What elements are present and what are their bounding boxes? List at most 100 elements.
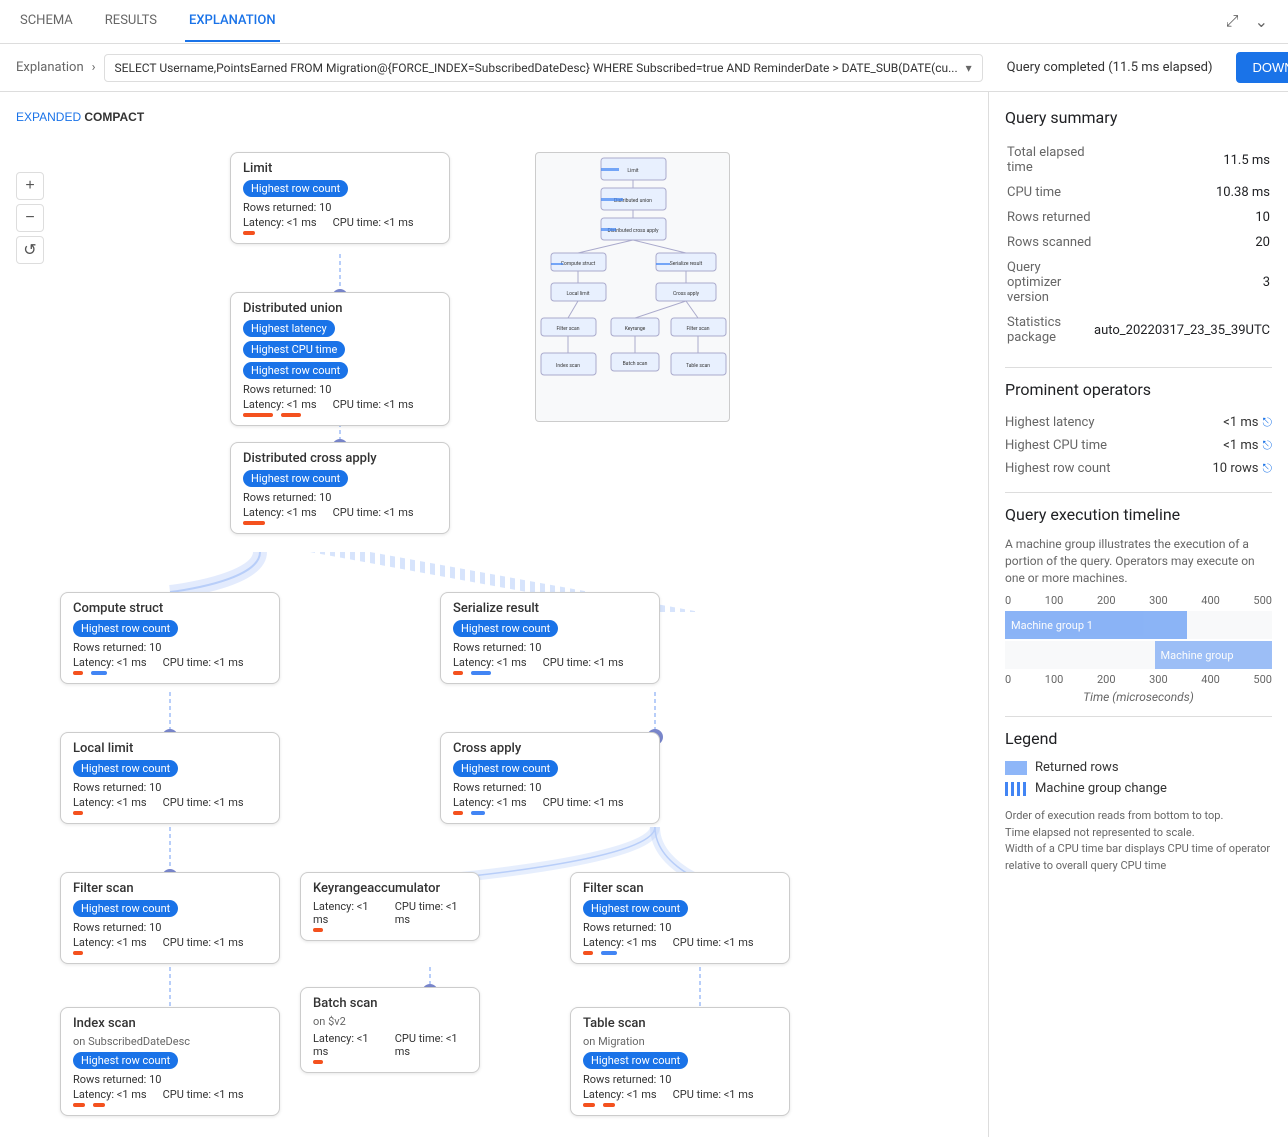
node-dist-union[interactable]: Distributed union Highest latency Highes… <box>230 292 450 426</box>
bar-fsr <box>583 951 593 955</box>
node-index-scan[interactable]: Index scan on SubscribedDateDesc Highest… <box>60 1007 280 1116</box>
node-compute-badge: Highest row count <box>73 620 178 637</box>
node-local-limit-badge: Highest row count <box>73 760 178 777</box>
breadcrumb-arrow: › <box>92 60 96 75</box>
summary-label: Total elapsed time <box>1007 141 1092 179</box>
node-index-scan-latency: Latency: <1 ms <box>73 1088 147 1101</box>
zoom-reset-button[interactable]: ↺ <box>16 236 44 264</box>
node-filter-scan-left-badge: Highest row count <box>73 900 178 917</box>
node-keyrange-title: Keyrangeaccumulator <box>313 881 467 896</box>
node-filter-scan-right[interactable]: Filter scan Highest row count Rows retur… <box>570 872 790 964</box>
right-panel: Query summary Total elapsed time11.5 msC… <box>988 92 1288 1137</box>
summary-row: Rows scanned20 <box>1007 231 1270 254</box>
summary-row: Rows returned10 <box>1007 206 1270 229</box>
node-dist-union-badge2: Highest CPU time <box>243 341 345 358</box>
bar-latency-union <box>243 413 273 417</box>
svg-text:Limit: Limit <box>627 168 639 174</box>
node-serialize-rows: Rows returned: 10 <box>453 641 541 654</box>
summary-row: Total elapsed time11.5 ms <box>1007 141 1270 179</box>
legend-icon-returned-rows <box>1005 761 1027 775</box>
node-cross-apply[interactable]: Cross apply Highest row count Rows retur… <box>440 732 660 824</box>
dropdown-arrow[interactable]: ▾ <box>966 61 972 75</box>
tab-schema[interactable]: SCHEMA <box>16 1 77 42</box>
link-icon[interactable]: ⎋ <box>1263 415 1273 430</box>
node-dist-union-badge1: Highest latency <box>243 320 335 337</box>
node-serialize-badge: Highest row count <box>453 620 558 637</box>
node-table-scan-title: Table scan <box>583 1016 777 1031</box>
node-compute[interactable]: Compute struct Highest row count Rows re… <box>60 592 280 684</box>
svg-text:Cross apply: Cross apply <box>673 291 700 297</box>
download-json-button[interactable]: DOWNLOAD JSON <box>1236 52 1288 83</box>
node-filter-scan-right-latency: Latency: <1 ms <box>583 936 657 949</box>
tab-explanation[interactable]: EXPLANATION <box>185 1 280 42</box>
bar-is <box>73 1103 85 1107</box>
node-dist-cross[interactable]: Distributed cross apply Highest row coun… <box>230 442 450 534</box>
query-status: Query completed (11.5 ms elapsed) <box>991 60 1229 75</box>
prominent-row: Highest CPU time <1 ms ⎋ <box>1005 434 1272 457</box>
node-batch-scan-subtitle: on $v2 <box>313 1015 467 1028</box>
query-summary-section: Query summary Total elapsed time11.5 msC… <box>1005 108 1272 351</box>
query-bar: Explanation › SELECT Username,PointsEarn… <box>0 44 1288 92</box>
summary-label: CPU time <box>1007 181 1092 204</box>
node-table-scan-subtitle: on Migration <box>583 1035 777 1048</box>
x-axis-label: Time (microseconds) <box>1005 690 1272 704</box>
tab-results[interactable]: RESULTS <box>101 1 161 42</box>
zoom-controls: + − ↺ <box>16 172 44 264</box>
node-local-limit-rows: Rows returned: 10 <box>73 781 161 794</box>
svg-text:Local limit: Local limit <box>566 291 589 297</box>
node-dist-cross-rows: Rows returned: 10 <box>243 491 331 504</box>
summary-label: Rows returned <box>1007 206 1092 229</box>
node-serialize-title: Serialize result <box>453 601 647 616</box>
query-input[interactable]: SELECT Username,PointsEarned FROM Migrat… <box>104 54 983 82</box>
summary-value: 3 <box>1094 256 1270 309</box>
summary-label: Query optimizer version <box>1007 256 1092 309</box>
chevron-down-icon[interactable]: ⌄ <box>1251 8 1272 36</box>
link-icon[interactable]: ⎋ <box>1263 438 1273 453</box>
svg-text:Keyrange: Keyrange <box>625 326 646 332</box>
node-dist-union-badge3: Highest row count <box>243 362 348 379</box>
zoom-in-button[interactable]: + <box>16 172 44 200</box>
compact-btn[interactable]: COMPACT <box>84 108 144 126</box>
node-serialize-latency: Latency: <1 ms <box>453 656 527 669</box>
node-index-scan-rows: Rows returned: 10 <box>73 1073 161 1086</box>
node-table-scan[interactable]: Table scan on Migration Highest row coun… <box>570 1007 790 1116</box>
timeline-title: Query execution timeline <box>1005 505 1272 524</box>
node-local-limit-title: Local limit <box>73 741 267 756</box>
tab-bar: SCHEMA RESULTS EXPLANATION <box>16 1 280 42</box>
node-batch-scan[interactable]: Batch scan on $v2 Latency: <1 ms CPU tim… <box>300 987 480 1073</box>
node-limit-title: Limit <box>243 161 437 176</box>
expanded-btn[interactable]: EXPANDED <box>16 108 81 126</box>
svg-text:Batch scan: Batch scan <box>623 361 648 367</box>
prominent-item-label: Highest CPU time <box>1005 438 1107 453</box>
query-summary-title: Query summary <box>1005 108 1272 127</box>
expand-icon[interactable]: ⤢ <box>1222 9 1243 35</box>
node-filter-scan-right-badge: Highest row count <box>583 900 688 917</box>
svg-text:Compute struct: Compute struct <box>561 261 596 267</box>
node-dist-cross-latency: Latency: <1 ms <box>243 506 317 519</box>
node-cross-apply-badge: Highest row count <box>453 760 558 777</box>
bar-blue-ser <box>471 671 491 675</box>
divider-3 <box>1005 716 1272 717</box>
main-layout: EXPANDED COMPACT + − ↺ <box>0 92 1288 1137</box>
bar-latency-ser <box>453 671 463 675</box>
bar-latency-cross <box>243 521 265 525</box>
zoom-out-button[interactable]: − <box>16 204 44 232</box>
svg-text:Filter scan: Filter scan <box>686 326 709 332</box>
timeline-axis-top: 0 100 200 300 400 500 <box>1005 594 1272 607</box>
diagram-outer: ▾ ▾ ▾ ▾ ▾ ▾ Limit Highest row count R <box>60 152 840 1137</box>
divider-2 <box>1005 492 1272 493</box>
node-index-scan-title: Index scan <box>73 1016 267 1031</box>
node-limit[interactable]: Limit Highest row count Rows returned: 1… <box>230 152 450 244</box>
order-note: Order of execution reads from bottom to … <box>1005 808 1272 874</box>
node-dist-cross-cpu: CPU time: <1 ms <box>333 506 414 519</box>
node-local-limit[interactable]: Local limit Highest row count Rows retur… <box>60 732 280 824</box>
node-keyrange[interactable]: Keyrangeaccumulator Latency: <1 ms CPU t… <box>300 872 480 941</box>
svg-text:Index scan: Index scan <box>556 363 580 369</box>
node-filter-scan-left[interactable]: Filter scan Highest row count Rows retur… <box>60 872 280 964</box>
bar-ts2 <box>603 1103 615 1107</box>
link-icon[interactable]: ⎋ <box>1263 461 1273 476</box>
node-serialize[interactable]: Serialize result Highest row count Rows … <box>440 592 660 684</box>
prominent-item-label: Highest row count <box>1005 461 1110 476</box>
tab-actions: ⤢ ⌄ <box>1222 8 1272 36</box>
explanation-label: Explanation <box>16 60 84 75</box>
